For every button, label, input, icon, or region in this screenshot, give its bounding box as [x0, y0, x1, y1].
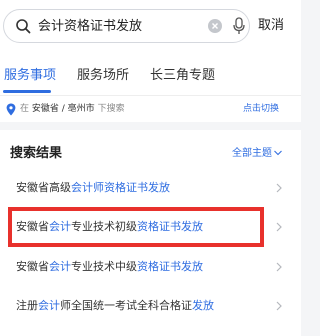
- result-title: 安徽省会计专业技术中级资格证书发放: [16, 260, 203, 273]
- results-title: 搜索结果: [10, 146, 63, 161]
- highlight-annotation-box: [8, 207, 264, 247]
- city: 亳州市: [67, 104, 95, 114]
- chevron-right-icon: [276, 183, 282, 193]
- chevron-right-icon: [276, 222, 282, 232]
- chevron-down-icon: [274, 150, 282, 156]
- switch-location-link[interactable]: 点击切换: [243, 103, 279, 115]
- top-bar: 会计资格证书发放 取消: [0, 0, 301, 56]
- result-row[interactable]: 注册会计师全国统一考试全科合格证发放: [0, 287, 301, 325]
- active-tab-indicator: [3, 90, 51, 93]
- topic-filter-dropdown[interactable]: 全部主题: [232, 147, 282, 160]
- tab-service-places[interactable]: 服务场所: [77, 67, 129, 84]
- location-bar: 在 安徽省 / 亳州市 下搜索 点击切换: [0, 95, 301, 122]
- search-input[interactable]: 会计资格证书发放: [38, 18, 142, 35]
- location-pin-icon: [6, 103, 16, 116]
- tab-bar: 服务事项 服务场所 长三角专题: [0, 56, 301, 95]
- search-icon: [16, 19, 31, 34]
- tab-yangtze-delta[interactable]: 长三角专题: [150, 67, 215, 84]
- result-row[interactable]: 安徽省会计专业技术中级资格证书发放: [0, 248, 301, 286]
- cancel-button[interactable]: 取消: [258, 17, 284, 34]
- clear-icon[interactable]: [208, 19, 222, 33]
- chevron-right-icon: [276, 262, 282, 272]
- tab-service-items[interactable]: 服务事项: [4, 67, 56, 84]
- province: 安徽省: [31, 104, 59, 114]
- result-title: 安徽省高级会计师资格证书发放: [16, 181, 170, 194]
- location-text: 在 安徽省 / 亳州市 下搜索: [20, 104, 125, 114]
- microphone-icon[interactable]: [233, 17, 245, 35]
- chevron-right-icon: [276, 301, 282, 311]
- result-title: 注册会计师全国统一考试全科合格证发放: [16, 299, 214, 312]
- result-row[interactable]: 安徽省高级会计师资格证书发放: [0, 169, 301, 207]
- search-box[interactable]: 会计资格证书发放: [3, 9, 250, 43]
